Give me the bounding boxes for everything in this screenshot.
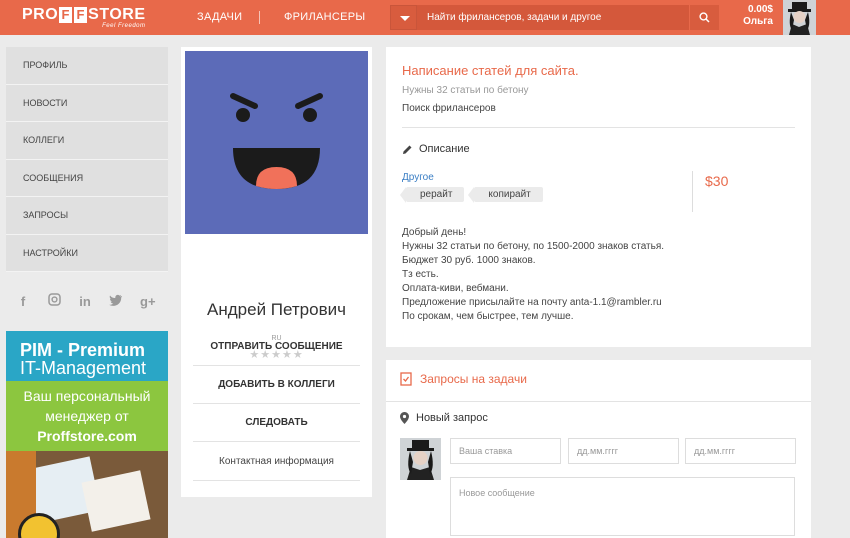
task-price: $30	[705, 173, 729, 189]
requests-header: Запросы на задачи	[400, 372, 527, 386]
linkedin-icon[interactable]: in	[78, 294, 92, 309]
search-button[interactable]	[689, 5, 719, 30]
task-subtitle: Нужны 32 статьи по бетону	[402, 85, 529, 96]
nav-separator	[259, 11, 260, 24]
nav-tasks[interactable]: ЗАДАЧИ	[197, 0, 242, 35]
logo-box-1: F	[59, 7, 73, 23]
facebook-icon[interactable]: f	[16, 294, 30, 309]
logo-text-part1: PRO	[22, 6, 59, 23]
send-message-button[interactable]: ОТПРАВИТЬ СООБЩЕНИЕ	[193, 328, 360, 366]
sidebar-item-settings[interactable]: НАСТРОЙКИ	[6, 234, 168, 272]
top-header: PRO F F STORE Feel Freedom ЗАДАЧИ ФРИЛАН…	[0, 0, 850, 35]
profile-card: Андрей Петрович RU ★★★★★ ОТПРАВИТЬ СООБЩ…	[181, 47, 372, 497]
task-category[interactable]: Другое	[402, 172, 434, 183]
sidebar-item-requests[interactable]: ЗАПРОСЫ	[6, 197, 168, 235]
follow-button[interactable]: СЛЕДОВАТЬ	[193, 404, 360, 442]
new-request-label: Новый запрос	[400, 412, 488, 424]
tag-copywrite[interactable]: копирайт	[468, 187, 543, 203]
sidebar-item-colleagues[interactable]: КОЛЛЕГИ	[6, 122, 168, 160]
tag-rewrite[interactable]: рерайт	[399, 187, 465, 203]
logo[interactable]: PRO F F STORE Feel Freedom	[22, 6, 146, 30]
requests-card: Запросы на задачи Новый запрос Ваша став…	[386, 360, 811, 538]
google-plus-icon[interactable]: g+	[140, 294, 156, 309]
task-body-line: Бюджет 30 руб. 1000 знаков.	[402, 255, 536, 266]
user-balance: 0.00$	[747, 4, 773, 15]
task-tags: рерайт копирайт	[399, 187, 543, 203]
ad-line-1: Ваш персональный	[23, 388, 151, 404]
social-links: f in g+	[16, 293, 156, 309]
end-date-input[interactable]: дд.мм.гггг	[685, 438, 796, 464]
ad-line-2: менеджер от	[45, 408, 129, 424]
instagram-icon[interactable]	[47, 293, 61, 309]
location-pin-icon	[400, 412, 409, 424]
twitter-icon[interactable]	[109, 294, 123, 309]
search-bar: Найти фрилансеров, задачи и другое	[390, 5, 719, 30]
profile-name: Андрей Петрович	[207, 300, 346, 319]
logo-box-2: F	[74, 7, 88, 23]
user-avatar[interactable]	[783, 0, 816, 35]
start-date-input[interactable]: дд.мм.гггг	[568, 438, 679, 464]
sidebar-item-profile[interactable]: ПРОФИЛЬ	[6, 47, 168, 85]
divider	[692, 171, 693, 212]
task-card: Написание статей для сайта. Нужны 32 ста…	[386, 47, 811, 347]
search-input[interactable]: Найти фрилансеров, задачи и другое	[417, 5, 689, 30]
profile-avatar	[185, 51, 368, 234]
search-icon	[699, 12, 710, 23]
premium-ad-banner[interactable]: PIM - Premium IT-Management Ваш персонал…	[6, 331, 168, 538]
task-body-line: По срокам, чем быстрее, тем лучше.	[402, 311, 574, 322]
search-category-dropdown[interactable]	[390, 5, 417, 30]
ad-title-2: IT-Management	[20, 358, 147, 378]
pencil-icon	[403, 145, 412, 154]
description-header: Описание	[402, 143, 470, 155]
checklist-icon	[400, 372, 412, 386]
message-textarea[interactable]: Новое сообщение	[450, 477, 795, 536]
contact-info-link[interactable]: Контактная информация	[193, 443, 360, 481]
sidebar-item-news[interactable]: НОВОСТИ	[6, 84, 168, 122]
task-body-line: Тз есть.	[402, 269, 439, 280]
rate-input[interactable]: Ваша ставка	[450, 438, 561, 464]
task-body: Добрый день! Нужны 32 статьи по бетону, …	[402, 226, 664, 324]
task-body-line: Добрый день!	[402, 227, 467, 238]
task-status: Поиск фрилансеров	[402, 103, 496, 114]
sidebar-item-messages[interactable]: СООБЩЕНИЯ	[6, 159, 168, 197]
user-name: Ольга	[743, 16, 773, 27]
angry-face-icon	[185, 51, 368, 234]
requester-avatar	[400, 438, 441, 480]
description-label: Описание	[419, 143, 470, 155]
add-colleague-button[interactable]: ДОБАВИТЬ В КОЛЛЕГИ	[193, 366, 360, 404]
ad-line-3: Proffstore.com	[37, 428, 137, 444]
divider	[386, 401, 811, 402]
nav-freelancers[interactable]: ФРИЛАНСЕРЫ	[284, 0, 365, 35]
logo-tagline: Feel Freedom	[102, 23, 146, 29]
logo-text-part2: STORE	[88, 6, 146, 23]
user-menu[interactable]: 0.00$ Ольга	[743, 4, 773, 28]
task-body-line: Предложение присылайте на почту anta-1.1…	[402, 297, 662, 308]
sidebar-menu: ПРОФИЛЬ НОВОСТИ КОЛЛЕГИ СООБЩЕНИЯ ЗАПРОС…	[6, 47, 168, 272]
divider	[402, 127, 795, 128]
requests-title: Запросы на задачи	[420, 372, 527, 386]
new-request-text: Новый запрос	[416, 412, 488, 424]
task-body-line: Нужны 32 статьи по бетону, по 1500-2000 …	[402, 241, 665, 252]
task-body-line: Оплата-киви, вебмани.	[402, 283, 509, 294]
task-title[interactable]: Написание статей для сайта.	[402, 63, 579, 78]
